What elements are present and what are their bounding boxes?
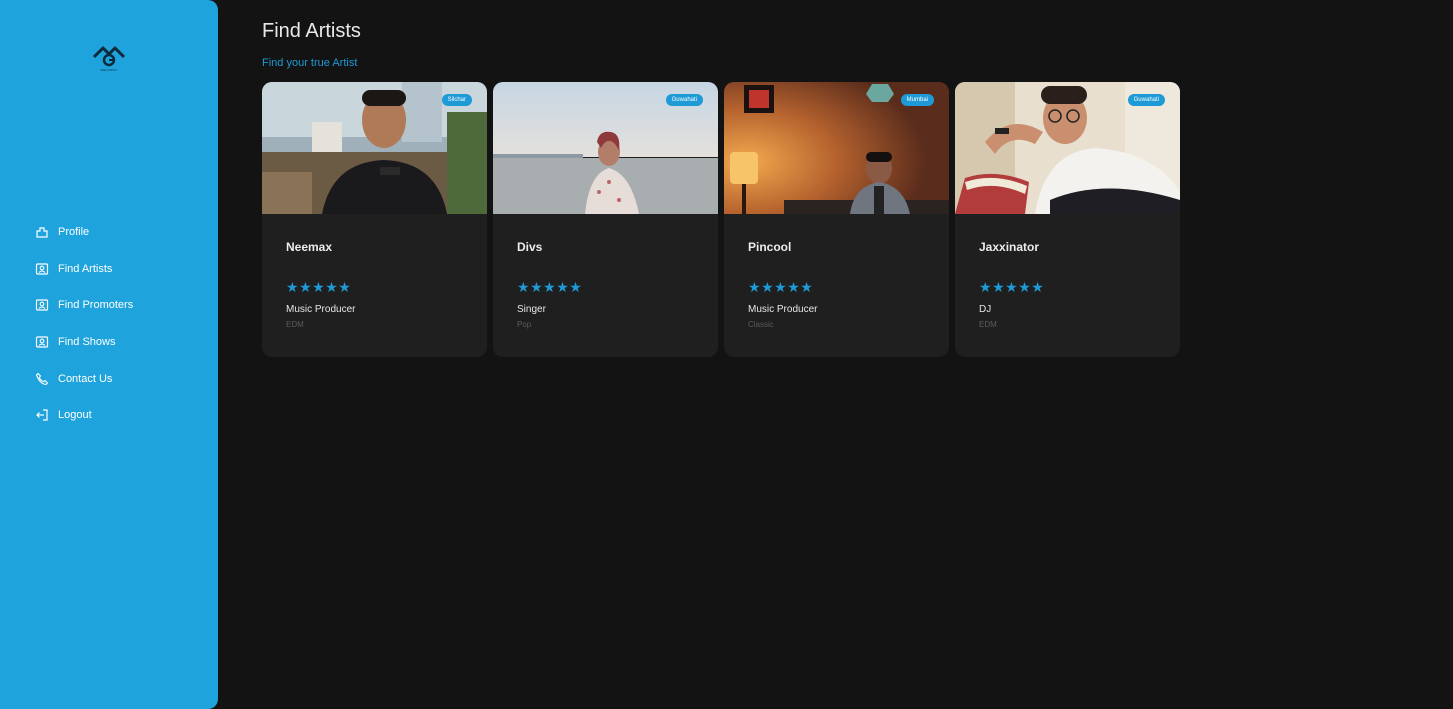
- artist-card[interactable]: Guwahati Divs ★ ★ ★ ★ ★ Singer Pop: [493, 82, 718, 357]
- sidebar-nav: Profile Find Artists Find Promoters Find…: [35, 222, 133, 442]
- star-icon: ★: [338, 279, 351, 295]
- rating-stars: ★ ★ ★ ★ ★: [517, 280, 694, 294]
- artist-role: Singer: [517, 304, 546, 315]
- star-icon: ★: [530, 279, 543, 295]
- artist-role: DJ: [979, 304, 992, 315]
- brand-logo[interactable]: MELODIST: [88, 40, 130, 76]
- star-icon: ★: [992, 279, 1005, 295]
- location-badge: Guwahati: [665, 94, 703, 106]
- star-icon: ★: [556, 279, 569, 295]
- artist-card[interactable]: Guwahati Jaxxinator ★ ★ ★ ★ ★ DJ EDM: [955, 82, 1180, 357]
- sidebar-item-profile[interactable]: Profile: [35, 222, 133, 242]
- artist-photo: Mumbai: [724, 82, 949, 214]
- artist-photo: Guwahati: [955, 82, 1180, 214]
- artist-photo: Silchar: [262, 82, 487, 214]
- star-icon: ★: [1031, 279, 1044, 295]
- location-badge: Silchar: [441, 94, 472, 106]
- star-icon: ★: [800, 279, 813, 295]
- sidebar-item-label: Profile: [58, 226, 90, 238]
- star-icon: ★: [979, 279, 992, 295]
- page-title: Find Artists: [262, 20, 361, 42]
- star-icon: ★: [325, 279, 338, 295]
- artist-name: Pincool: [748, 240, 792, 254]
- sidebar-item-find-promoters[interactable]: Find Promoters: [35, 295, 133, 315]
- artist-name: Neemax: [286, 240, 333, 254]
- artist-photo: Guwahati: [493, 82, 718, 214]
- sidebar-item-find-artists[interactable]: Find Artists: [35, 259, 133, 279]
- star-icon: ★: [748, 279, 761, 295]
- artist-genre: EDM: [286, 320, 304, 329]
- artist-card[interactable]: Silchar Neemax ★ ★ ★ ★ ★ Music Producer EDM: [262, 82, 487, 357]
- phone-icon: [35, 372, 49, 386]
- sidebar: MELODIST Profile Find Artists Find Promo…: [0, 0, 218, 709]
- star-icon: ★: [774, 279, 787, 295]
- star-icon: ★: [569, 279, 582, 295]
- location-badge: Mumbai: [900, 94, 934, 106]
- profile-icon: [35, 225, 49, 239]
- sidebar-item-label: Contact Us: [58, 372, 113, 385]
- contact-card-icon: [35, 262, 49, 276]
- sidebar-item-label: Find Promoters: [58, 299, 134, 312]
- contact-card-icon: [35, 335, 49, 349]
- artist-genre: Pop: [517, 320, 532, 329]
- logo-mark-icon: [92, 46, 126, 67]
- star-icon: ★: [286, 279, 299, 295]
- logo-caption: MELODIST: [100, 68, 118, 72]
- star-icon: ★: [312, 279, 325, 295]
- star-icon: ★: [299, 279, 312, 295]
- contact-card-icon: [35, 298, 49, 312]
- artist-name: Divs: [517, 240, 543, 254]
- page-subtitle: Find your true Artist: [262, 57, 358, 69]
- sidebar-item-contact-us[interactable]: Contact Us: [35, 369, 133, 389]
- rating-stars: ★ ★ ★ ★ ★: [286, 280, 463, 294]
- artist-card-list: Silchar Neemax ★ ★ ★ ★ ★ Music Producer EDM: [262, 82, 1186, 357]
- location-badge: Guwahati: [1127, 94, 1165, 106]
- logout-icon: [35, 408, 49, 422]
- sidebar-item-label: Logout: [58, 409, 92, 422]
- artist-name: Jaxxinator: [979, 240, 1040, 254]
- rating-stars: ★ ★ ★ ★ ★: [748, 280, 925, 294]
- artist-role: Music Producer: [286, 304, 356, 315]
- sidebar-item-label: Find Artists: [58, 262, 113, 275]
- sidebar-item-find-shows[interactable]: Find Shows: [35, 332, 133, 352]
- artist-genre: Classic: [748, 320, 774, 329]
- star-icon: ★: [787, 279, 800, 295]
- star-icon: ★: [1018, 279, 1031, 295]
- sidebar-item-label: Find Shows: [58, 336, 116, 349]
- artist-card[interactable]: Mumbai Pincool ★ ★ ★ ★ ★ Music Producer Clas…: [724, 82, 949, 357]
- artist-genre: EDM: [979, 320, 997, 329]
- star-icon: ★: [761, 279, 774, 295]
- rating-stars: ★ ★ ★ ★ ★: [979, 280, 1156, 294]
- sidebar-item-logout[interactable]: Logout: [35, 405, 133, 425]
- artist-role: Music Producer: [748, 304, 818, 315]
- star-icon: ★: [517, 279, 530, 295]
- star-icon: ★: [543, 279, 556, 295]
- star-icon: ★: [1005, 279, 1018, 295]
